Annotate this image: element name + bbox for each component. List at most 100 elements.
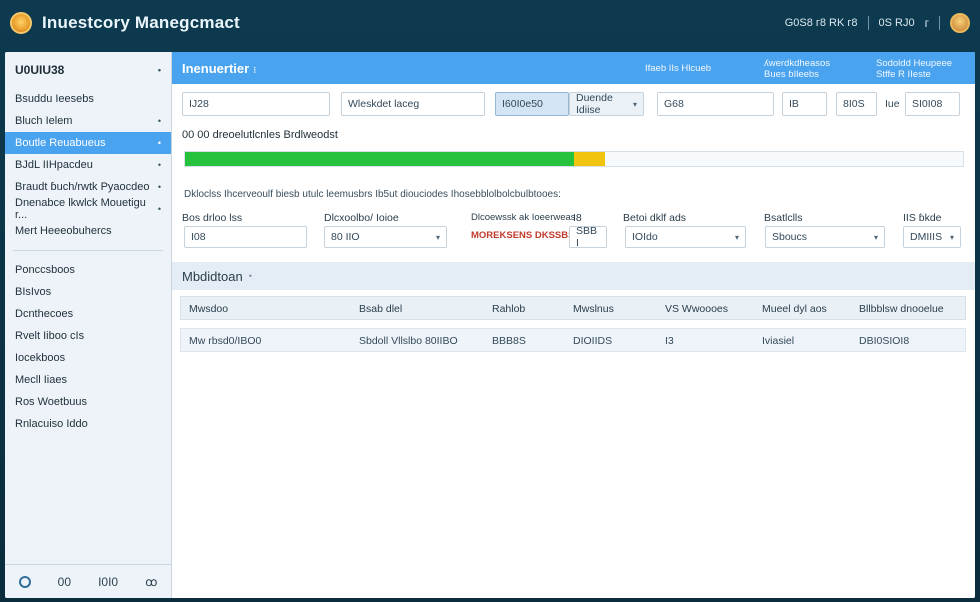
sidebar-item[interactable]: Ros Woetbuus xyxy=(5,391,171,413)
chevron-down-icon: ▾ xyxy=(949,232,954,242)
field-select[interactable]: DMIIIS ▾ xyxy=(903,226,961,248)
field-label: IIS ɓkde xyxy=(903,212,942,224)
sidebar-item[interactable]: Rvelt Iiboo cIs xyxy=(5,325,171,347)
header-col-2: ʎwerdkdheasos Bues ɓIleebs xyxy=(764,58,831,80)
column-header[interactable]: Mwslnus xyxy=(573,303,614,315)
filter-tab-1[interactable]: I60I0e50 xyxy=(495,92,569,116)
table-cell: I3 xyxy=(665,335,674,347)
column-header[interactable]: Mueel dyl aos xyxy=(762,303,827,315)
filter-input-4[interactable]: IB xyxy=(782,92,827,116)
sidebar-item[interactable]: Bsuddu Ieesebs xyxy=(5,88,171,110)
sidebar-item-label: Braudt ɓuch/rwtk Pyaocdeo xyxy=(15,181,150,193)
field-label: I8 xyxy=(573,212,582,224)
top-right-area: G0S8 ᴦ8 RK ᴦ8 0S RJ0 ᴦ xyxy=(785,13,970,33)
filter-input-3[interactable]: G68 xyxy=(657,92,774,116)
chevron-down-icon: ▾ xyxy=(632,99,637,109)
sidebar-item-label: Ros Woetbuus xyxy=(15,396,87,408)
dot-icon: • xyxy=(248,271,252,281)
column-header[interactable]: Bsab dlel xyxy=(359,303,402,315)
sidebar-item[interactable]: BIsIvos xyxy=(5,281,171,303)
sidebar-item-label: Mert Heeeobuhercs xyxy=(15,225,112,237)
column-header[interactable]: Mwsdoo xyxy=(189,303,228,315)
sidebar-item[interactable]: Mert Heeeobuhercs xyxy=(5,220,171,242)
sidebar-item[interactable]: Bluch Ielem • xyxy=(5,110,171,132)
column-header[interactable]: Rahlob xyxy=(492,303,525,315)
sidebar-item-label: Bsuddu Ieesebs xyxy=(15,93,94,105)
dot-icon: • xyxy=(157,160,161,170)
sidebar-item-label: Rvelt Iiboo cIs xyxy=(15,330,85,342)
filter-tab-2[interactable]: Duende Idiise ▾ xyxy=(569,92,644,116)
sidebar-item[interactable]: Rnlacuiso Iddo xyxy=(5,413,171,435)
filter-input-6[interactable]: SI0I08 xyxy=(905,92,960,116)
dot-icon: • xyxy=(157,116,161,126)
column-header[interactable]: Bllbblsw dnooelue xyxy=(859,303,944,315)
info-note: Dkloclss Ihcerveoulf biesb utulc leemusb… xyxy=(184,189,561,200)
dot-icon: • xyxy=(157,204,161,214)
section-header: Mbdidtoan • xyxy=(172,262,975,290)
filter-input-5[interactable]: 8I0S xyxy=(836,92,877,116)
sidebar-item-label: Dcnthecoes xyxy=(15,308,74,320)
sidebar-item-label: BJdL IIHpacdeu xyxy=(15,159,93,171)
filter-bar: IJ28 Wleskdet laceg I60I0e50 Duende Idii… xyxy=(172,92,975,118)
user-avatar-icon[interactable] xyxy=(950,13,970,33)
filter-input-1[interactable]: IJ28 xyxy=(182,92,330,116)
settings-gear-icon[interactable] xyxy=(18,575,31,588)
sidebar-item[interactable]: Iocekboos xyxy=(5,347,171,369)
progress-fill-yellow xyxy=(574,152,606,166)
sidebar-item[interactable]: BJdL IIHpacdeu • xyxy=(5,154,171,176)
sidebar-item-label: Iocekboos xyxy=(15,352,66,364)
sidebar-item[interactable]: Mecll Iiaes xyxy=(5,369,171,391)
app-frame: U0UIU38 • Bsuddu Ieesebs Bluch Ielem • Bo… xyxy=(5,52,975,598)
page-title: Inenuertier ⁝ xyxy=(182,60,257,76)
table-header-row: Mwsdoo Bsab dlel Rahlob Mwslnus VS Wwooo… xyxy=(180,296,966,320)
app-logo-icon xyxy=(10,12,32,34)
column-header[interactable]: VS Wwoooes xyxy=(665,303,728,315)
progress-bar xyxy=(184,151,964,167)
table-row[interactable]: Mw rbsd0/IBO0 Sbdoll Vllslbo 80IIBO BBB8… xyxy=(180,328,966,352)
sidebar-item[interactable]: Dnenabce lkwlck Mouetigu r... • xyxy=(5,197,171,221)
sidebar-item[interactable]: Braudt ɓuch/rwtk Pyaocdeo • xyxy=(5,176,171,198)
sidebar-header-label: U0UIU38 xyxy=(15,63,65,77)
main-header: Inenuertier ⁝ Ifaeb IIs Hlcueb ʎwerdkdhea… xyxy=(172,52,975,84)
field-input[interactable]: I08 xyxy=(184,226,307,248)
sidebar-item-label: Ponccsboos xyxy=(15,264,75,276)
table-cell: BBB8S xyxy=(492,335,526,347)
app-top-bar: Inuestcory Manegcmact G0S8 ᴦ8 RK ᴦ8 0S R… xyxy=(0,0,980,46)
sidebar-item[interactable]: Ponccsboos xyxy=(5,259,171,281)
chevron-down-icon: ▾ xyxy=(734,232,739,242)
field-input[interactable]: SBB I xyxy=(569,225,607,249)
footer-item[interactable]: I0I0 xyxy=(98,575,118,589)
sidebar-header-dot-icon: • xyxy=(157,65,161,75)
field-label: Dlcoewssk ak Ioeerweas xyxy=(471,212,576,223)
sidebar: U0UIU38 • Bsuddu Ieesebs Bluch Ielem • Bo… xyxy=(5,52,172,598)
top-divider-2 xyxy=(939,16,940,30)
field-label: Bsatlclls xyxy=(764,212,803,224)
field-label: Bos drloo lss xyxy=(182,212,243,224)
sidebar-item-label: Mecll Iiaes xyxy=(15,374,67,386)
table-cell: Iviasiel xyxy=(762,335,795,347)
sidebar-item-active[interactable]: Boutle Reuabueus • xyxy=(5,132,171,154)
footer-item[interactable]: 00 xyxy=(58,575,71,589)
top-status-text: G0S8 ᴦ8 RK ᴦ8 xyxy=(784,17,858,29)
footer-link-icon[interactable]: ꝏ xyxy=(145,575,157,589)
main-panel: Inenuertier ⁝ Ifaeb IIs Hlcueb ʎwerdkdhea… xyxy=(172,52,975,598)
table-cell: Mw rbsd0/IBO0 xyxy=(189,335,262,347)
filter-input-2[interactable]: Wleskdet laceg xyxy=(341,92,485,116)
data-table: Mwsdoo Bsab dlel Rahlob Mwslnus VS Wwooo… xyxy=(180,296,966,352)
sidebar-item-label: Bluch Ielem xyxy=(15,115,73,127)
filter-label: Iue xyxy=(885,98,900,110)
table-cell: DIOIIDS xyxy=(573,335,613,347)
dot-icon: • xyxy=(157,138,161,148)
field-label: Betoi dklf ads xyxy=(623,212,687,224)
field-select[interactable]: Sboucs ▾ xyxy=(765,226,885,248)
chevron-down-icon: ▾ xyxy=(435,232,440,242)
field-select[interactable]: 80 IIO ▾ xyxy=(324,226,447,248)
sidebar-header[interactable]: U0UIU38 • xyxy=(5,52,171,88)
sidebar-divider xyxy=(13,250,163,251)
progress-label: 00 00 dreoelutlcnles Brdlweodst xyxy=(182,129,338,141)
top-divider xyxy=(867,16,869,30)
top-status-glyph[interactable]: ᴦ xyxy=(925,16,929,30)
sidebar-item-label: BIsIvos xyxy=(15,286,52,298)
field-select[interactable]: IOIdo ▾ xyxy=(625,226,746,248)
sidebar-item[interactable]: Dcnthecoes xyxy=(5,303,171,325)
